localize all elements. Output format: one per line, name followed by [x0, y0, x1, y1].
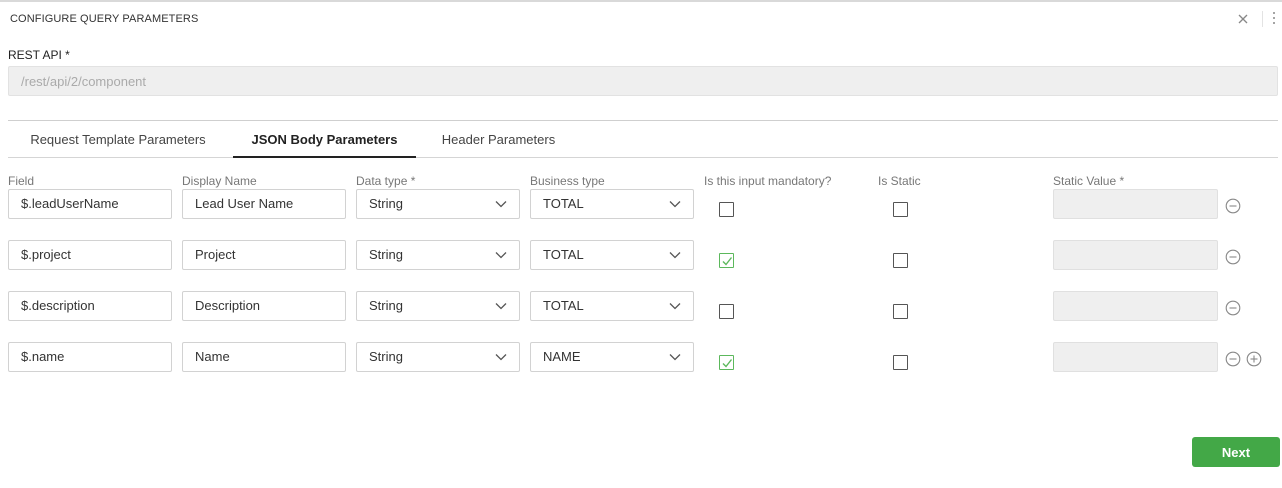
column-header-display-name: Display Name [182, 174, 257, 188]
static-value-input[interactable] [1053, 291, 1218, 321]
tab-header-parameters[interactable]: Header Parameters [426, 121, 571, 158]
display-name-input[interactable]: Name [182, 342, 346, 372]
parameter-tabs: Request Template Parameters JSON Body Pa… [8, 121, 1278, 158]
tab-request-template-parameters[interactable]: Request Template Parameters [18, 121, 218, 158]
static-value-input[interactable] [1053, 342, 1218, 372]
column-header-data-type: Data type * [356, 174, 416, 188]
is-static-checkbox[interactable] [893, 355, 908, 370]
dialog-header: CONFIGURE QUERY PARAMETERS [0, 2, 1282, 36]
minus-circle-icon[interactable] [1225, 198, 1241, 214]
chevron-down-icon [495, 303, 507, 310]
chevron-down-icon [669, 354, 681, 361]
column-header-business-type: Business type [530, 174, 605, 188]
minus-circle-icon[interactable] [1225, 300, 1241, 316]
field-input[interactable]: $.project [8, 240, 172, 270]
column-header-static-value: Static Value * [1053, 174, 1125, 188]
minus-circle-icon[interactable] [1225, 249, 1241, 265]
data-type-value: String [369, 349, 403, 364]
data-type-select[interactable]: String [356, 342, 520, 372]
static-value-input[interactable] [1053, 240, 1218, 270]
rest-api-input[interactable] [8, 66, 1278, 96]
business-type-value: NAME [543, 349, 581, 364]
column-header-is-static: Is Static [878, 174, 921, 188]
tab-json-body-parameters[interactable]: JSON Body Parameters [233, 121, 416, 158]
is-static-checkbox[interactable] [893, 304, 908, 319]
business-type-select[interactable]: TOTAL [530, 240, 694, 270]
field-input[interactable]: $.leadUserName [8, 189, 172, 219]
data-type-value: String [369, 298, 403, 313]
chevron-down-icon [669, 303, 681, 310]
chevron-down-icon [669, 201, 681, 208]
check-icon [722, 257, 733, 266]
column-header-field: Field [8, 174, 35, 188]
mandatory-checkbox[interactable] [719, 304, 734, 319]
business-type-value: TOTAL [543, 298, 584, 313]
business-type-select[interactable]: TOTAL [530, 291, 694, 321]
column-header-mandatory: Is this input mandatory? [704, 174, 832, 188]
plus-circle-icon[interactable] [1246, 351, 1262, 367]
chevron-down-icon [495, 354, 507, 361]
data-type-value: String [369, 196, 403, 211]
header-separator [1262, 11, 1263, 27]
is-static-checkbox[interactable] [893, 202, 908, 217]
display-name-input[interactable]: Lead User Name [182, 189, 346, 219]
mandatory-checkbox[interactable] [719, 355, 734, 370]
mandatory-checkbox[interactable] [719, 253, 734, 268]
field-input[interactable]: $.name [8, 342, 172, 372]
more-vertical-icon[interactable] [1271, 12, 1277, 28]
mandatory-checkbox[interactable] [719, 202, 734, 217]
data-type-value: String [369, 247, 403, 262]
display-name-input[interactable]: Project [182, 240, 346, 270]
is-static-checkbox[interactable] [893, 253, 908, 268]
chevron-down-icon [669, 252, 681, 259]
dialog-title: CONFIGURE QUERY PARAMETERS [10, 13, 199, 25]
business-type-value: TOTAL [543, 247, 584, 262]
next-button[interactable]: Next [1192, 437, 1280, 467]
check-icon [722, 359, 733, 368]
chevron-down-icon [495, 201, 507, 208]
rest-api-label: REST API * [8, 48, 70, 62]
close-icon[interactable] [1236, 12, 1250, 26]
data-type-select[interactable]: String [356, 291, 520, 321]
display-name-input[interactable]: Description [182, 291, 346, 321]
business-type-value: TOTAL [543, 196, 584, 211]
business-type-select[interactable]: NAME [530, 342, 694, 372]
business-type-select[interactable]: TOTAL [530, 189, 694, 219]
chevron-down-icon [495, 252, 507, 259]
data-type-select[interactable]: String [356, 189, 520, 219]
field-input[interactable]: $.description [8, 291, 172, 321]
static-value-input[interactable] [1053, 189, 1218, 219]
data-type-select[interactable]: String [356, 240, 520, 270]
minus-circle-icon[interactable] [1225, 351, 1241, 367]
